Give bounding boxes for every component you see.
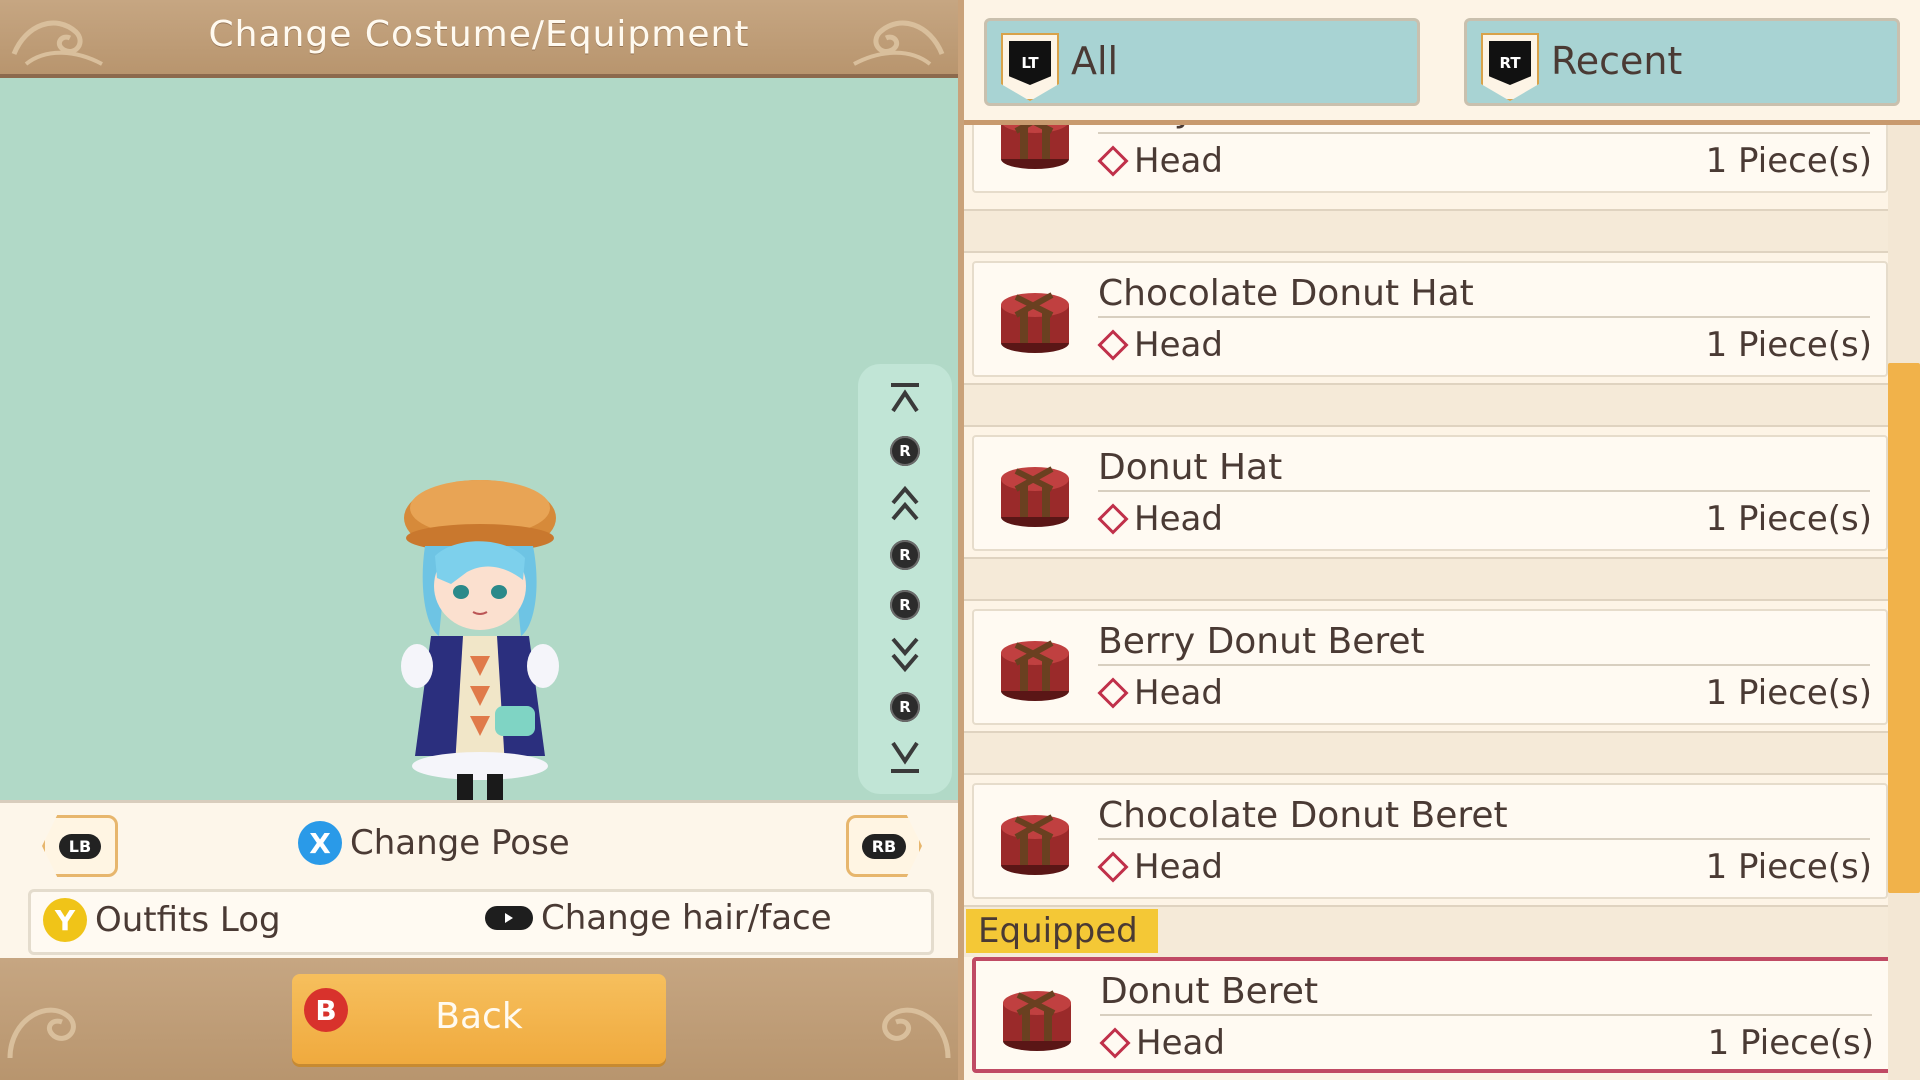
rt-trigger-icon: RT xyxy=(1481,33,1539,101)
camera-controls: R R R R xyxy=(858,364,952,794)
item-quantity: 1 Piece(s) xyxy=(1705,141,1872,181)
item-name: Donut Beret xyxy=(1100,971,1872,1016)
lb-icon: LB xyxy=(58,833,102,859)
hints-box: Y Outfits Log Change hair/face xyxy=(28,889,934,955)
item-category: Head xyxy=(1097,325,1223,365)
zoom-min-icon[interactable] xyxy=(878,730,932,784)
change-pose-button[interactable]: X Change Pose xyxy=(298,821,570,865)
item-category: Head xyxy=(1097,141,1223,181)
item-category: Head xyxy=(1097,673,1223,713)
rb-button[interactable]: RB xyxy=(846,815,922,877)
inventory-panel: LT All RT Recent Berry Donut Hat Head 1 … xyxy=(964,0,1920,1080)
scrollbar-thumb[interactable] xyxy=(1888,363,1920,893)
title-bar: Change Costume/Equipment xyxy=(0,0,958,78)
hatbox-icon xyxy=(1001,466,1069,527)
change-pose-label: Change Pose xyxy=(350,823,570,863)
list-separator xyxy=(964,383,1888,427)
item-list: Berry Donut Hat Head 1 Piece(s) Chocolat… xyxy=(964,125,1888,1080)
diamond-icon xyxy=(1097,503,1129,535)
ornament-bottom-right-icon xyxy=(882,1007,951,1059)
page-title: Change Costume/Equipment xyxy=(208,14,750,55)
tab-all[interactable]: LT All xyxy=(984,18,1420,106)
change-hair-face-button[interactable]: Change hair/face xyxy=(485,898,832,938)
diamond-icon xyxy=(1099,1027,1131,1059)
item-quantity: 1 Piece(s) xyxy=(1705,499,1872,539)
list-item[interactable]: Chocolate Donut Hat Head 1 Piece(s) xyxy=(972,261,1888,377)
item-name: Berry Donut Hat xyxy=(1098,125,1870,134)
list-item[interactable]: Berry Donut Beret Head 1 Piece(s) xyxy=(972,609,1888,725)
item-quantity: 1 Piece(s) xyxy=(1705,673,1872,713)
stick-press-icon xyxy=(485,906,533,930)
tab-recent[interactable]: RT Recent xyxy=(1464,18,1900,106)
change-hair-face-label: Change hair/face xyxy=(541,898,832,938)
r-stick-up-icon[interactable]: R xyxy=(878,424,932,478)
preview-panel: Change Costume/Equipment R R R R LB X Ch… xyxy=(0,0,958,1080)
item-category: Head xyxy=(1099,1023,1225,1063)
list-separator xyxy=(964,557,1888,601)
hatbox-icon xyxy=(1001,292,1069,353)
lt-trigger-icon: LT xyxy=(1001,33,1059,101)
item-category: Head xyxy=(1097,499,1223,539)
back-label: Back xyxy=(435,996,523,1037)
item-name: Donut Hat xyxy=(1098,447,1870,492)
diamond-icon xyxy=(1097,145,1129,177)
item-name: Chocolate Donut Beret xyxy=(1098,795,1870,840)
character-viewport[interactable] xyxy=(0,78,958,834)
outfits-log-label: Outfits Log xyxy=(95,900,281,940)
hatbox-icon xyxy=(1001,814,1069,875)
item-category: Head xyxy=(1097,847,1223,887)
r-stick-right-icon[interactable]: R xyxy=(878,578,932,632)
x-button-icon: X xyxy=(298,821,342,865)
diamond-icon xyxy=(1097,851,1129,883)
r-stick-left-icon[interactable]: R xyxy=(878,528,932,582)
zoom-in-icon[interactable] xyxy=(878,476,932,530)
list-item[interactable]: Donut Hat Head 1 Piece(s) xyxy=(972,435,1888,551)
controls-panel: LB X Change Pose RB Y Outfits Log Change… xyxy=(0,800,958,961)
item-quantity: 1 Piece(s) xyxy=(1707,1023,1874,1063)
diamond-icon xyxy=(1097,677,1129,709)
y-button-icon: Y xyxy=(43,898,87,942)
player-character xyxy=(401,480,559,834)
scrollbar[interactable] xyxy=(1888,125,1920,1080)
hatbox-icon xyxy=(1003,990,1071,1051)
tab-recent-label: Recent xyxy=(1551,39,1683,83)
outfits-log-button[interactable]: Y Outfits Log xyxy=(43,898,281,942)
r-stick-down-icon[interactable]: R xyxy=(878,680,932,734)
zoom-max-icon[interactable] xyxy=(878,372,932,426)
rb-icon: RB xyxy=(861,833,907,859)
hatbox-icon xyxy=(1001,125,1069,169)
list-item[interactable]: Berry Donut Hat Head 1 Piece(s) xyxy=(972,125,1888,193)
list-separator xyxy=(964,209,1888,253)
diamond-icon xyxy=(1097,329,1129,361)
equipped-label: Equipped xyxy=(966,909,1158,953)
list-item[interactable]: Chocolate Donut Beret Head 1 Piece(s) xyxy=(972,783,1888,899)
hatbox-icon xyxy=(1001,640,1069,701)
equipped-item[interactable]: Donut Beret Head 1 Piece(s) xyxy=(972,957,1888,1073)
lb-button[interactable]: LB xyxy=(42,815,118,877)
item-name: Berry Donut Beret xyxy=(1098,621,1870,666)
zoom-out-icon[interactable] xyxy=(878,628,932,682)
ornament-bottom-left-icon xyxy=(7,1007,76,1059)
back-button[interactable]: B Back xyxy=(292,974,666,1064)
item-name: Chocolate Donut Hat xyxy=(1098,273,1870,318)
item-quantity: 1 Piece(s) xyxy=(1705,325,1872,365)
footer-bar: B Back xyxy=(0,958,958,1080)
tabs-bar: LT All RT Recent xyxy=(964,0,1920,125)
item-quantity: 1 Piece(s) xyxy=(1705,847,1872,887)
list-separator xyxy=(964,731,1888,775)
tab-all-label: All xyxy=(1071,39,1119,83)
